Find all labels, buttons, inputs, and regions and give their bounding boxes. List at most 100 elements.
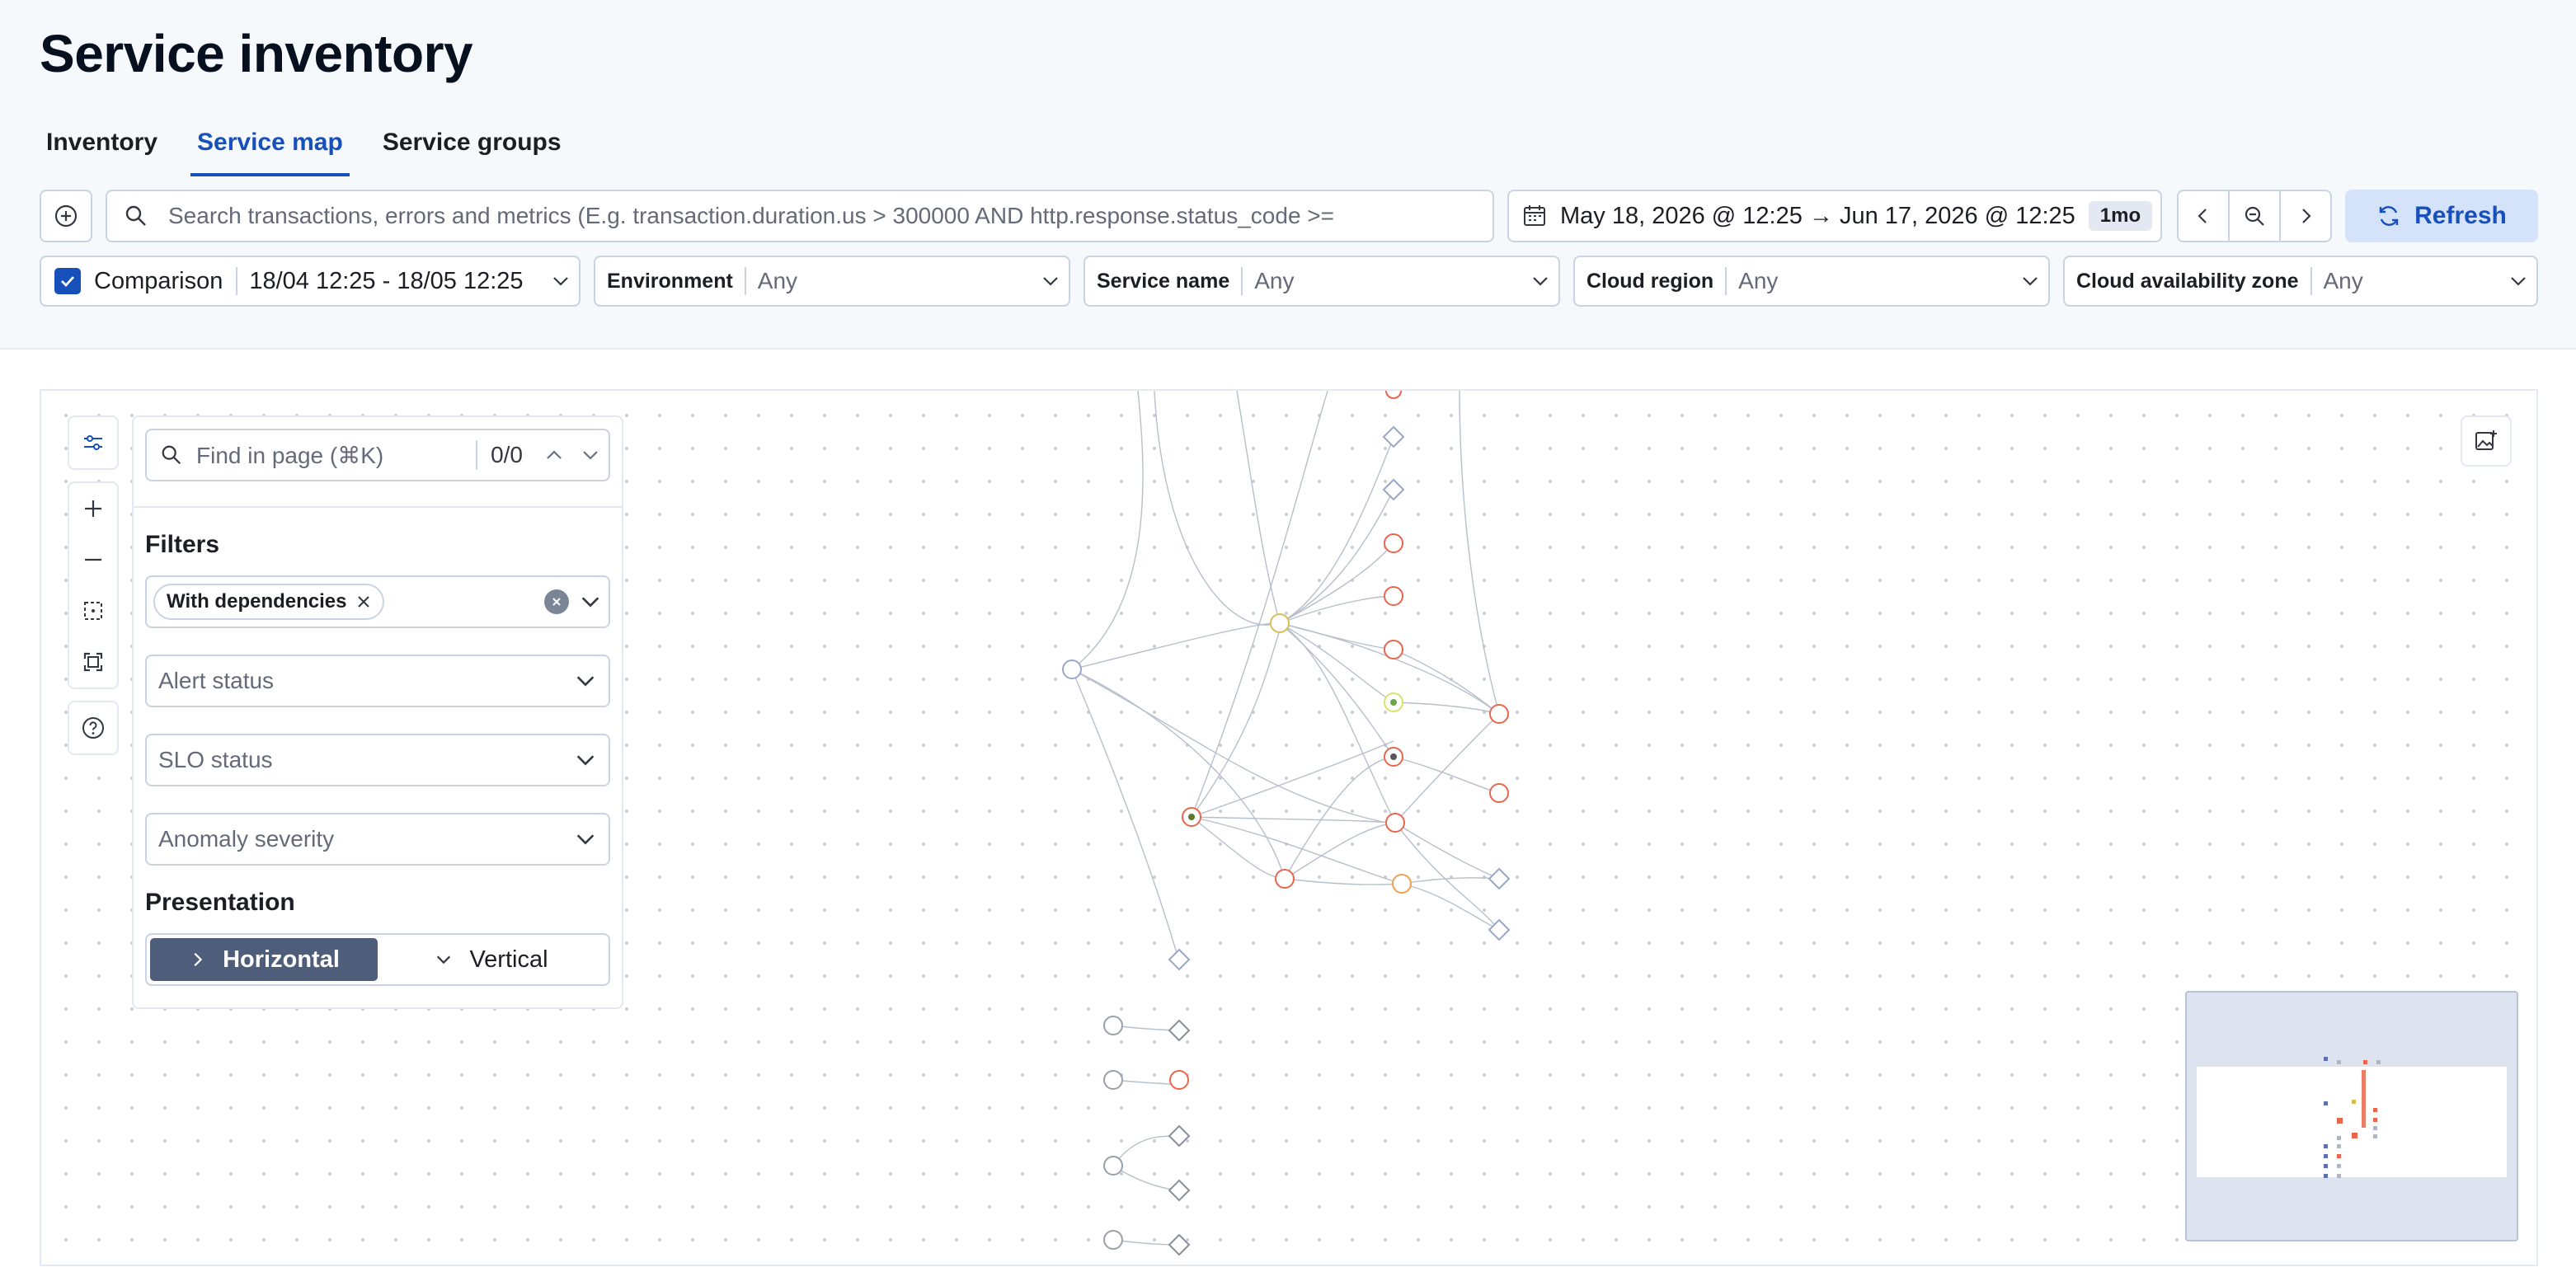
comparison-checkbox[interactable] xyxy=(54,268,81,294)
chevron-down-icon xyxy=(583,451,598,460)
sliders-icon xyxy=(84,435,102,450)
find-placeholder: Find in page (⌘K) xyxy=(196,442,384,468)
service-name-value: Any xyxy=(1254,268,1295,293)
presentation-heading: Presentation xyxy=(145,889,295,916)
service-map-canvas[interactable]: Find in page (⌘K) 0/0 Filters With depen… xyxy=(40,389,2538,1266)
toggle-panel-button[interactable] xyxy=(69,417,117,468)
zoom-out-icon xyxy=(2245,206,2264,226)
comparison-label: Comparison xyxy=(81,267,238,295)
chevron-down-icon xyxy=(1032,271,1069,291)
environment-select[interactable]: Environment Any xyxy=(594,256,1070,307)
environment-label: Environment xyxy=(595,267,746,295)
time-nav-group xyxy=(2177,190,2332,242)
anomaly-severity-select[interactable]: Anomaly severity xyxy=(145,813,610,866)
vertical-option[interactable]: Vertical xyxy=(378,938,605,981)
quick-range-badge[interactable]: 1mo xyxy=(2088,201,2153,231)
comparison-control[interactable]: Comparison 18/04 12:25 - 18/05 12:25 xyxy=(40,256,581,307)
orientation-toggle: Horizontal Vertical xyxy=(145,933,610,986)
chevron-down-icon xyxy=(543,271,579,291)
find-count: 0/0 xyxy=(476,440,536,470)
chevron-down-icon xyxy=(2500,271,2536,291)
filters-heading: Filters xyxy=(145,531,220,558)
find-next-button[interactable] xyxy=(572,445,609,465)
panel-divider xyxy=(134,506,622,508)
tab-service-groups[interactable]: Service groups xyxy=(376,124,568,176)
tab-service-map[interactable]: Service map xyxy=(190,124,350,176)
next-button[interactable] xyxy=(2281,191,2330,241)
page-title: Service inventory xyxy=(40,24,473,83)
search-placeholder: Search transactions, errors and metrics … xyxy=(168,203,1334,228)
alert-status-placeholder: Alert status xyxy=(158,668,275,693)
find-in-page-input[interactable]: Find in page (⌘K) 0/0 xyxy=(145,429,610,481)
date-picker[interactable]: May 18, 2026 @ 12:25 → Jun 17, 2026 @ 12… xyxy=(1507,190,2162,242)
service-name-select[interactable]: Service name Any xyxy=(1084,256,1560,307)
refresh-label: Refresh xyxy=(2414,202,2507,229)
cloud-region-select[interactable]: Cloud region Any xyxy=(1573,256,2050,307)
cloud-region-value: Any xyxy=(1738,268,1779,293)
previous-button[interactable] xyxy=(2179,191,2230,241)
zoom-controls xyxy=(68,481,119,689)
vertical-label: Vertical xyxy=(469,946,548,973)
chevron-down-icon xyxy=(2012,271,2048,291)
chevron-down-icon xyxy=(576,755,595,766)
slo-status-placeholder: SLO status xyxy=(158,747,273,772)
page-header: Service inventory Inventory Service map … xyxy=(0,0,2576,350)
chevron-right-icon xyxy=(194,952,203,967)
tab-bar: Inventory Service map Service groups xyxy=(40,124,595,176)
chevron-left-icon xyxy=(2198,209,2207,223)
slo-status-select[interactable]: SLO status xyxy=(145,734,610,786)
calendar-icon xyxy=(1524,205,1545,226)
check-icon xyxy=(61,276,75,288)
clear-selection-button[interactable] xyxy=(544,589,569,614)
chevron-up-icon xyxy=(547,450,562,459)
chevron-down-icon xyxy=(576,834,595,845)
minimap[interactable] xyxy=(2185,991,2518,1241)
map-filter-panel: Find in page (⌘K) 0/0 Filters With depen… xyxy=(132,415,623,1009)
cloud-zone-value: Any xyxy=(2323,268,2363,293)
minus-icon xyxy=(85,558,101,561)
chevron-down-icon xyxy=(576,676,595,687)
chevron-down-icon xyxy=(1522,271,1558,291)
search-input[interactable]: Search transactions, errors and metrics … xyxy=(106,190,1494,242)
panel-toggle-group xyxy=(68,415,119,470)
comparison-range: 18/04 12:25 - 18/05 12:25 xyxy=(249,267,524,294)
chip-label: With dependencies xyxy=(167,590,347,612)
chevron-right-icon xyxy=(2302,209,2311,223)
clear-icon xyxy=(552,598,561,606)
question-icon xyxy=(82,717,104,739)
environment-value: Any xyxy=(757,268,798,293)
cloud-zone-select[interactable]: Cloud availability zone Any xyxy=(2063,256,2538,307)
find-previous-button[interactable] xyxy=(536,445,572,465)
refresh-button[interactable]: Refresh xyxy=(2345,190,2538,242)
zoom-out-button[interactable] xyxy=(2230,191,2281,241)
help-group xyxy=(68,701,119,755)
zoom-out-map-button[interactable] xyxy=(69,534,117,585)
chevron-down-icon xyxy=(437,955,451,964)
plus-circle-icon xyxy=(54,204,78,228)
fit-view-button[interactable] xyxy=(69,636,117,688)
refresh-icon xyxy=(2379,206,2399,226)
export-image-button[interactable] xyxy=(2461,415,2512,467)
plus-icon xyxy=(85,500,101,517)
help-button[interactable] xyxy=(69,702,117,753)
horizontal-option[interactable]: Horizontal xyxy=(150,938,378,981)
with-dependencies-chip[interactable]: With dependencies xyxy=(153,584,385,620)
zoom-in-button[interactable] xyxy=(69,483,117,534)
date-range: May 18, 2026 @ 12:25 → Jun 17, 2026 @ 12… xyxy=(1560,202,2075,229)
cloud-region-label: Cloud region xyxy=(1575,267,1728,295)
dependency-filter-combobox[interactable]: With dependencies xyxy=(145,575,610,628)
close-icon[interactable] xyxy=(356,594,371,609)
map-toolbar xyxy=(68,415,119,767)
alert-status-select[interactable]: Alert status xyxy=(145,655,610,707)
select-area-icon xyxy=(84,602,102,620)
service-name-label: Service name xyxy=(1085,267,1243,295)
anomaly-severity-placeholder: Anomaly severity xyxy=(158,826,335,852)
minimap-nodes xyxy=(2324,1057,2381,1178)
image-add-icon xyxy=(2475,430,2497,450)
chevron-down-icon[interactable] xyxy=(579,590,602,613)
search-icon xyxy=(125,205,146,226)
tab-inventory[interactable]: Inventory xyxy=(40,124,164,176)
fit-selection-button[interactable] xyxy=(69,585,117,636)
horizontal-label: Horizontal xyxy=(223,946,340,973)
add-filter-button[interactable] xyxy=(40,190,92,242)
